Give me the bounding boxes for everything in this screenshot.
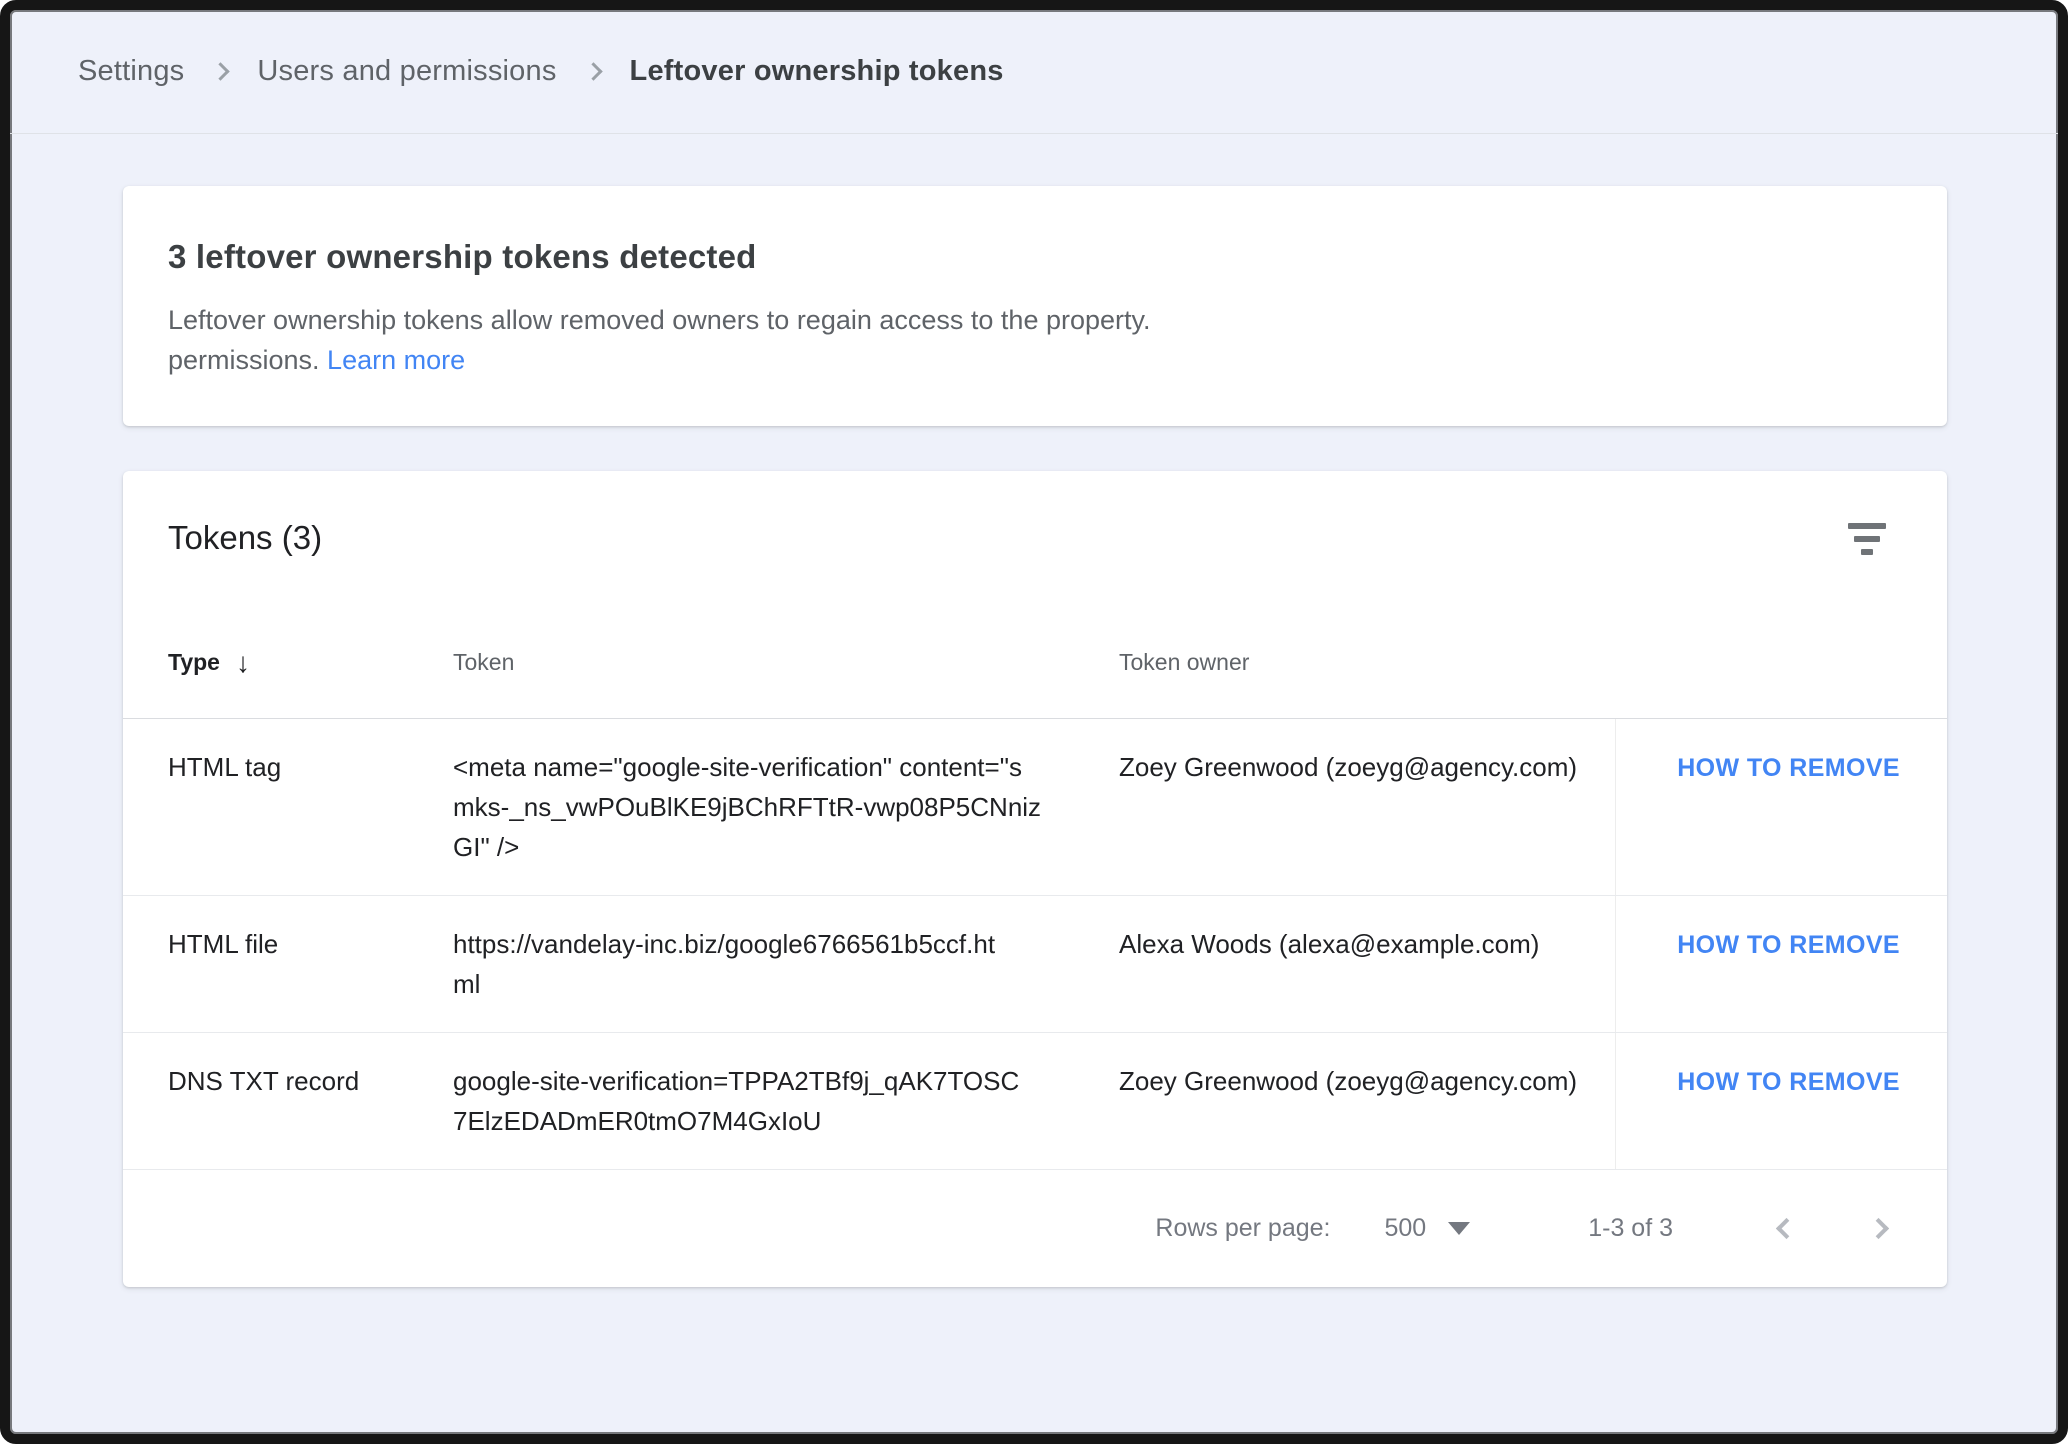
column-header-token-owner: Token owner (1119, 649, 1250, 675)
tokens-card: Tokens (3) Type ↓ Token Token owner HTML… (123, 471, 1947, 1287)
tokens-card-header: Tokens (3) (123, 471, 1947, 567)
dropdown-arrow-icon (1448, 1222, 1471, 1235)
alert-card: 3 leftover ownership tokens detected Lef… (123, 186, 1947, 426)
token-action-cell: HOW TO REMOVE (1615, 1033, 1947, 1169)
token-type-cell: HTML tag (168, 752, 282, 782)
rows-per-page-label: Rows per page: (1155, 1214, 1331, 1242)
breadcrumb: Settings Users and permissions Leftover … (10, 10, 2058, 134)
token-value-line: GI" /> (453, 832, 520, 862)
filter-bar-middle (1854, 536, 1880, 542)
column-header-token: Token (453, 649, 515, 675)
column-header-type-label: Type (168, 649, 220, 675)
how-to-remove-link[interactable]: HOW TO REMOVE (1677, 1068, 1900, 1096)
next-page-button[interactable] (1861, 1209, 1901, 1249)
table-row: HTML file https://vandelay-inc.biz/googl… (123, 896, 1947, 1033)
how-to-remove-link[interactable]: HOW TO REMOVE (1677, 931, 1900, 959)
breadcrumb-chevron-icon (583, 62, 603, 81)
token-value-line: ml (453, 969, 481, 999)
learn-more-link[interactable]: Learn more (327, 345, 465, 375)
table-row: HTML tag <meta name="google-site-verific… (123, 719, 1947, 896)
token-value-cell: <meta name="google-site-verification" co… (453, 719, 1119, 895)
token-value-line: <meta name="google-site-verification" co… (453, 752, 1022, 782)
token-value-cell: https://vandelay-inc.biz/google6766561b5… (453, 896, 1119, 1032)
filter-bar-top (1848, 523, 1886, 529)
token-type-cell: HTML file (168, 929, 279, 959)
filter-bar-bottom (1861, 549, 1873, 555)
token-owner-cell: Alexa Woods (alexa@example.com) (1119, 929, 1540, 959)
breadcrumb-item-users-and-permissions[interactable]: Users and permissions (257, 55, 556, 88)
column-header-type[interactable]: Type ↓ (168, 647, 453, 679)
breadcrumb-chevron-icon (211, 62, 231, 81)
previous-page-button[interactable] (1763, 1209, 1803, 1249)
page-content: 3 leftover ownership tokens detected Lef… (10, 186, 2058, 1287)
table-pagination: Rows per page: 500 1-3 of 3 (123, 1170, 1947, 1287)
alert-title: 3 leftover ownership tokens detected (168, 238, 757, 275)
breadcrumb-item-settings[interactable]: Settings (78, 55, 184, 88)
rows-per-page-select[interactable]: 500 (1385, 1214, 1471, 1243)
token-type-cell: DNS TXT record (168, 1066, 360, 1096)
token-value-line: https://vandelay-inc.biz/google6766561b5… (453, 929, 996, 959)
sort-descending-icon: ↓ (235, 646, 250, 678)
tokens-card-title: Tokens (3) (168, 519, 323, 556)
alert-description-line1: Leftover ownership tokens allow removed … (168, 305, 1151, 335)
pagination-range: 1-3 of 3 (1588, 1214, 1673, 1242)
chevron-left-icon (1775, 1217, 1797, 1240)
token-value-line: 7ElzEDADmER0tmO7M4GxIoU (453, 1106, 822, 1136)
table-body: HTML tag <meta name="google-site-verific… (123, 719, 1947, 1170)
how-to-remove-link[interactable]: HOW TO REMOVE (1677, 754, 1900, 782)
rows-per-page-value: 500 (1384, 1214, 1427, 1242)
alert-description-line2: permissions. Learn more (168, 340, 1887, 380)
token-action-cell: HOW TO REMOVE (1615, 719, 1947, 895)
token-owner-cell: Zoey Greenwood (zoeyg@agency.com) (1119, 752, 1578, 782)
breadcrumb-item-current-page: Leftover ownership tokens (629, 55, 1004, 87)
token-value-line: mks-_ns_vwPOuBlKE9jBChRFTtR-vwp08P5CNniz (453, 792, 1042, 822)
alert-description-line2-text: permissions. (168, 345, 328, 375)
token-value-cell: google-site-verification=TPPA2TBf9j_qAK7… (453, 1033, 1119, 1169)
token-owner-cell: Zoey Greenwood (zoeyg@agency.com) (1119, 1066, 1578, 1096)
table-header-row: Type ↓ Token Token owner (123, 607, 1947, 719)
table-row: DNS TXT record google-site-verification=… (123, 1033, 1947, 1170)
filter-icon[interactable] (1845, 523, 1889, 567)
app-window: Settings Users and permissions Leftover … (0, 0, 2068, 1444)
token-action-cell: HOW TO REMOVE (1615, 896, 1947, 1032)
alert-description: Leftover ownership tokens allow removed … (168, 300, 1887, 380)
token-value-line: google-site-verification=TPPA2TBf9j_qAK7… (453, 1066, 1020, 1096)
chevron-right-icon (1867, 1217, 1889, 1240)
